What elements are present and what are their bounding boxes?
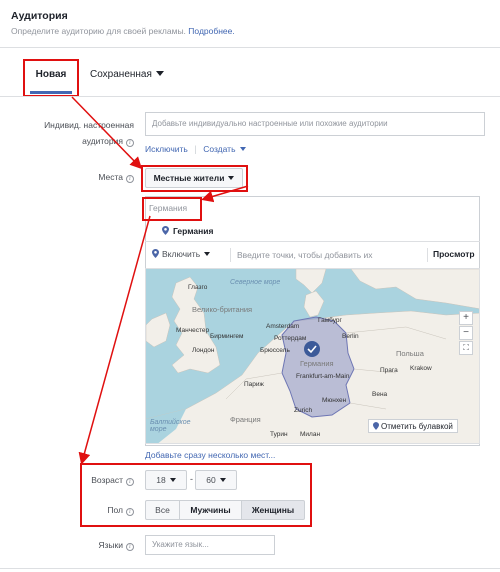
annotation-arrows — [71, 96, 249, 465]
